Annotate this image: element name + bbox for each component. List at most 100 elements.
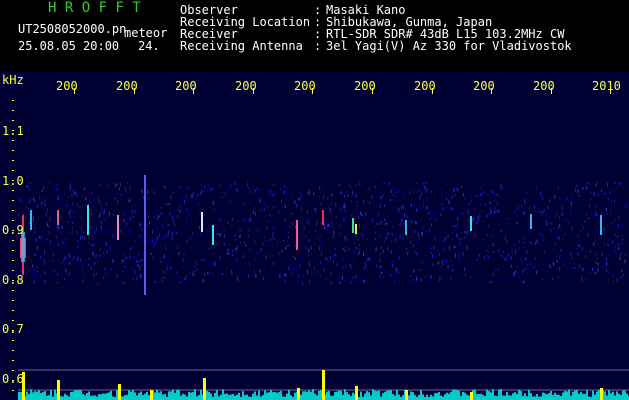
noise-pixel — [273, 193, 275, 197]
noise-pixel — [607, 271, 609, 273]
noise-pixel — [423, 205, 425, 208]
noise-pixel — [251, 189, 253, 191]
meteor-echo — [355, 224, 357, 234]
activity-bar — [256, 395, 258, 400]
activity-bar — [234, 395, 236, 400]
noise-pixel — [430, 276, 432, 279]
noise-pixel — [169, 211, 171, 216]
activity-bar — [280, 390, 282, 400]
noise-pixel — [190, 237, 192, 240]
noise-pixel — [196, 194, 198, 196]
noise-pixel — [587, 233, 589, 237]
noise-pixel — [237, 276, 239, 281]
noise-pixel — [586, 182, 588, 185]
noise-pixel — [356, 246, 357, 249]
noise-pixel — [247, 235, 249, 238]
noise-pixel — [401, 184, 403, 186]
noise-pixel — [459, 214, 461, 216]
noise-pixel — [489, 201, 491, 205]
noise-pixel — [227, 188, 229, 191]
noise-pixel — [308, 262, 310, 265]
noise-pixel — [291, 221, 293, 226]
y-tick-label: 0.9 — [2, 223, 24, 237]
noise-pixel — [524, 242, 525, 244]
noise-pixel — [348, 262, 350, 266]
noise-pixel — [81, 235, 83, 239]
y-minor-tick — [12, 370, 14, 371]
activity-bar — [508, 395, 510, 400]
activity-bar — [486, 389, 488, 400]
noise-pixel — [368, 257, 370, 261]
noise-pixel — [289, 262, 291, 265]
noise-pixel — [544, 274, 546, 276]
noise-pixel — [381, 247, 382, 249]
noise-pixel — [213, 262, 215, 265]
noise-pixel — [570, 252, 572, 256]
noise-pixel — [487, 281, 489, 284]
activity-bar — [302, 391, 304, 400]
noise-pixel — [411, 220, 413, 224]
noise-pixel — [424, 185, 425, 189]
noise-pixel — [132, 275, 134, 279]
noise-pixel — [332, 234, 334, 239]
noise-pixel — [561, 213, 563, 216]
noise-pixel — [146, 224, 148, 227]
noise-pixel — [63, 258, 65, 262]
noise-pixel — [476, 221, 478, 224]
noise-pixel — [98, 200, 100, 204]
noise-pixel — [131, 247, 133, 249]
noise-pixel — [327, 277, 329, 282]
noise-pixel — [115, 197, 117, 199]
noise-pixel — [569, 262, 571, 264]
noise-pixel — [380, 196, 382, 200]
noise-pixel — [165, 273, 167, 274]
noise-pixel — [343, 206, 345, 209]
noise-pixel — [139, 234, 141, 237]
noise-pixel — [111, 234, 113, 238]
noise-pixel — [140, 274, 141, 277]
activity-bar — [464, 392, 466, 400]
noise-pixel — [72, 260, 74, 265]
noise-pixel — [44, 203, 46, 206]
noise-pixel — [67, 196, 69, 198]
noise-pixel — [93, 243, 95, 246]
noise-pixel — [499, 195, 501, 198]
noise-pixel — [123, 259, 125, 262]
noise-pixel — [383, 182, 385, 184]
noise-pixel — [321, 245, 323, 247]
noise-pixel — [33, 269, 35, 271]
activity-bar — [308, 390, 310, 400]
noise-pixel — [317, 270, 319, 273]
activity-bar — [342, 394, 344, 400]
noise-pixel — [260, 248, 262, 252]
noise-pixel — [454, 193, 456, 196]
noise-pixel — [416, 208, 418, 212]
noise-pixel — [26, 270, 28, 273]
noise-pixel — [593, 242, 595, 246]
noise-pixel — [391, 233, 393, 237]
activity-bar — [364, 393, 366, 400]
noise-pixel — [77, 245, 79, 248]
noise-pixel — [518, 276, 520, 278]
activity-bar — [20, 391, 22, 400]
noise-pixel — [236, 189, 238, 193]
noise-pixel — [79, 206, 81, 208]
noise-pixel — [614, 218, 616, 222]
noise-pixel — [46, 238, 48, 241]
noise-pixel — [416, 221, 417, 224]
noise-pixel — [189, 272, 191, 275]
noise-pixel — [377, 223, 378, 225]
activity-bar — [254, 391, 256, 400]
noise-pixel — [506, 240, 508, 244]
noise-pixel — [109, 212, 110, 216]
noise-pixel — [123, 219, 125, 223]
noise-pixel — [136, 281, 137, 284]
activity-bar — [92, 395, 94, 400]
noise-pixel — [236, 258, 238, 262]
noise-pixel — [93, 230, 95, 234]
noise-pixel — [154, 243, 156, 246]
noise-pixel — [319, 246, 320, 250]
noise-pixel — [615, 233, 617, 236]
noise-pixel — [259, 198, 261, 202]
noise-pixel — [466, 232, 468, 235]
